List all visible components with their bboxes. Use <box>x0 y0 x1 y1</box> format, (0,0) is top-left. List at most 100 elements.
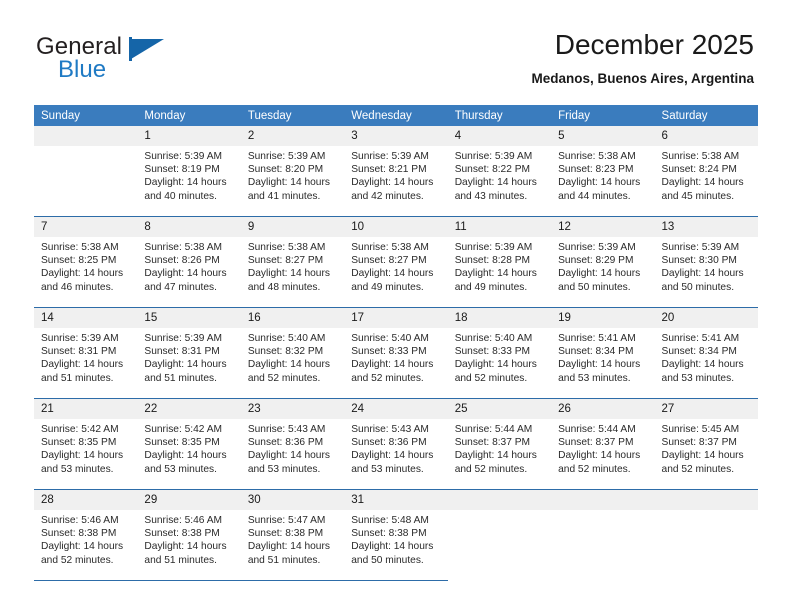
day-number: 25 <box>447 399 552 419</box>
brand-name-blue: Blue <box>58 56 107 83</box>
calendar-day-cell[interactable]: 31 Sunrise: 5:48 AM Sunset: 8:38 PM Dayligh… <box>344 489 448 581</box>
calendar-day-cell[interactable]: 2 Sunrise: 5:39 AM Sunset: 8:20 PM Daylight… <box>240 126 345 217</box>
calendar-day-cell[interactable]: 4 Sunrise: 5:39 AM Sunset: 8:22 PM Daylight… <box>447 126 552 217</box>
daylight-text: Daylight: 14 hours and 48 minutes. <box>247 268 330 293</box>
daylight-text: Daylight: 14 hours and 42 minutes. <box>351 177 434 202</box>
calendar-day-cell[interactable]: 8 Sunrise: 5:38 AM Sunset: 8:26 PM Daylight… <box>137 216 241 308</box>
calendar-day-cell[interactable]: 26 Sunrise: 5:44 AM Sunset: 8:37 PM Dayligh… <box>551 398 655 490</box>
calendar-day-cell[interactable]: 11 Sunrise: 5:39 AM Sunset: 8:28 PM Dayligh… <box>447 216 552 308</box>
daylight-text: Daylight: 14 hours and 51 minutes. <box>41 359 124 384</box>
sunset-text: Sunset: 8:36 PM <box>351 437 427 449</box>
sunrise-text: Sunrise: 5:40 AM <box>454 333 533 344</box>
daylight-text: Daylight: 14 hours and 41 minutes. <box>247 177 330 202</box>
page-header: General Blue December 2025 Medanos, Buen… <box>0 0 792 100</box>
calendar-day-cell[interactable]: 15 Sunrise: 5:39 AM Sunset: 8:31 PM Dayligh… <box>137 307 241 399</box>
calendar-day-cell[interactable]: 7 Sunrise: 5:38 AM Sunset: 8:25 PM Daylight… <box>34 216 138 308</box>
day-number: 22 <box>137 399 241 419</box>
day-number <box>654 490 758 510</box>
calendar-day-cell[interactable]: 6 Sunrise: 5:38 AM Sunset: 8:24 PM Daylight… <box>654 126 758 217</box>
calendar-day-cell[interactable]: 21 Sunrise: 5:42 AM Sunset: 8:35 PM Dayligh… <box>34 398 138 490</box>
calendar-day-cell[interactable]: 20 Sunrise: 5:41 AM Sunset: 8:34 PM Dayligh… <box>654 307 758 399</box>
calendar-day-cell[interactable]: 3 Sunrise: 5:39 AM Sunset: 8:21 PM Daylight… <box>344 126 448 217</box>
page-title: December 2025 <box>554 29 754 60</box>
sunset-text: Sunset: 8:19 PM <box>144 164 220 176</box>
day-number: 17 <box>344 308 448 328</box>
calendar-day-cell[interactable]: 5 Sunrise: 5:38 AM Sunset: 8:23 PM Daylight… <box>551 126 655 217</box>
daylight-text: Daylight: 14 hours and 52 minutes. <box>247 359 330 384</box>
calendar-day-cell[interactable]: 9 Sunrise: 5:38 AM Sunset: 8:27 PM Daylight… <box>240 216 345 308</box>
calendar-day-cell[interactable]: 18 Sunrise: 5:40 AM Sunset: 8:33 PM Dayligh… <box>447 307 552 399</box>
sunset-text: Sunset: 8:38 PM <box>41 528 117 540</box>
sunset-text: Sunset: 8:31 PM <box>144 346 220 358</box>
sunset-text: Sunset: 8:35 PM <box>144 437 220 449</box>
title-block: December 2025 Medanos, Buenos Aires, Arg… <box>531 28 754 87</box>
calendar-day-cell[interactable]: 14 Sunrise: 5:39 AM Sunset: 8:31 PM Dayligh… <box>34 307 138 399</box>
calendar-day-cell[interactable]: 12 Sunrise: 5:39 AM Sunset: 8:29 PM Dayligh… <box>551 216 655 308</box>
sunset-text: Sunset: 8:21 PM <box>351 164 427 176</box>
day-number: 1 <box>137 126 241 146</box>
day-sun-info: Sunrise: 5:38 AM Sunset: 8:26 PM Daylight:… <box>137 237 240 294</box>
daylight-text: Daylight: 14 hours and 53 minutes. <box>41 450 124 475</box>
day-number: 9 <box>240 217 345 237</box>
day-sun-info: Sunrise: 5:48 AM Sunset: 8:38 PM Daylight:… <box>344 510 447 567</box>
calendar-day-cell[interactable]: 19 Sunrise: 5:41 AM Sunset: 8:34 PM Dayligh… <box>551 307 655 399</box>
day-number: 15 <box>137 308 241 328</box>
calendar-day-cell[interactable]: 1 Sunrise: 5:39 AM Sunset: 8:19 PM Daylight… <box>137 126 241 217</box>
weekday-header-tuesday: Tuesday <box>240 105 345 126</box>
day-number: 24 <box>344 399 448 419</box>
day-number: 12 <box>551 217 655 237</box>
daylight-text: Daylight: 14 hours and 51 minutes. <box>144 541 227 566</box>
sunset-text: Sunset: 8:31 PM <box>41 346 117 358</box>
calendar-day-cell[interactable]: 24 Sunrise: 5:43 AM Sunset: 8:36 PM Dayligh… <box>344 398 448 490</box>
day-sun-info: Sunrise: 5:39 AM Sunset: 8:29 PM Daylight:… <box>551 237 654 294</box>
day-number: 18 <box>447 308 552 328</box>
sunset-text: Sunset: 8:22 PM <box>454 164 531 176</box>
daylight-text: Daylight: 14 hours and 52 minutes. <box>454 359 537 384</box>
calendar-day-cell[interactable]: 13 Sunrise: 5:39 AM Sunset: 8:30 PM Dayligh… <box>654 216 758 308</box>
sunrise-text: Sunrise: 5:43 AM <box>351 424 429 435</box>
weekday-header-monday: Monday <box>137 105 241 126</box>
day-sun-info: Sunrise: 5:44 AM Sunset: 8:37 PM Daylight:… <box>448 419 551 476</box>
calendar-day-cell[interactable]: 29 Sunrise: 5:46 AM Sunset: 8:38 PM Dayligh… <box>137 489 241 581</box>
weekday-header-sunday: Sunday <box>34 105 138 126</box>
calendar-day-cell[interactable]: 28 Sunrise: 5:46 AM Sunset: 8:38 PM Dayligh… <box>34 489 138 581</box>
sunset-text: Sunset: 8:23 PM <box>558 164 634 176</box>
sunset-text: Sunset: 8:26 PM <box>144 255 220 267</box>
day-number: 7 <box>34 217 138 237</box>
daylight-text: Daylight: 14 hours and 49 minutes. <box>454 268 537 293</box>
calendar-day-cell[interactable]: 30 Sunrise: 5:47 AM Sunset: 8:38 PM Dayligh… <box>240 489 345 581</box>
calendar-day-cell[interactable]: 17 Sunrise: 5:40 AM Sunset: 8:33 PM Dayligh… <box>344 307 448 399</box>
sunrise-text: Sunrise: 5:39 AM <box>144 333 223 344</box>
calendar-day-cell[interactable]: 27 Sunrise: 5:45 AM Sunset: 8:37 PM Dayligh… <box>654 398 758 490</box>
sunrise-text: Sunrise: 5:45 AM <box>661 424 740 435</box>
calendar-day-cell-empty <box>654 490 758 581</box>
calendar-day-cell[interactable]: 22 Sunrise: 5:42 AM Sunset: 8:35 PM Dayligh… <box>137 398 241 490</box>
calendar-day-cell[interactable]: 25 Sunrise: 5:44 AM Sunset: 8:37 PM Dayligh… <box>447 398 552 490</box>
day-sun-info: Sunrise: 5:39 AM Sunset: 8:20 PM Daylight:… <box>241 146 344 203</box>
day-sun-info: Sunrise: 5:38 AM Sunset: 8:27 PM Daylight:… <box>241 237 344 294</box>
calendar-grid: Sunday Monday Tuesday Wednesday Thursday… <box>34 105 758 581</box>
day-number: 8 <box>137 217 241 237</box>
calendar-day-cell[interactable]: 23 Sunrise: 5:43 AM Sunset: 8:36 PM Dayligh… <box>240 398 345 490</box>
triangle-logo-icon <box>131 39 164 59</box>
day-number: 2 <box>240 126 345 146</box>
calendar-day-cell[interactable]: 16 Sunrise: 5:40 AM Sunset: 8:32 PM Dayligh… <box>240 307 345 399</box>
day-sun-info: Sunrise: 5:40 AM Sunset: 8:32 PM Daylight:… <box>241 328 344 385</box>
generalblue-logo[interactable]: General Blue <box>36 33 266 89</box>
day-number <box>34 126 138 146</box>
sunrise-text: Sunrise: 5:43 AM <box>247 424 326 435</box>
day-sun-info: Sunrise: 5:43 AM Sunset: 8:36 PM Daylight:… <box>241 419 344 476</box>
calendar-page: General Blue December 2025 Medanos, Buen… <box>0 0 792 612</box>
sunrise-text: Sunrise: 5:46 AM <box>41 515 119 526</box>
sunset-text: Sunset: 8:24 PM <box>661 164 737 176</box>
sunset-text: Sunset: 8:27 PM <box>247 255 324 267</box>
sunset-text: Sunset: 8:37 PM <box>558 437 634 449</box>
calendar-day-cell[interactable]: 10 Sunrise: 5:38 AM Sunset: 8:27 PM Dayligh… <box>344 216 448 308</box>
day-sun-info: Sunrise: 5:45 AM Sunset: 8:37 PM Daylight:… <box>655 419 758 476</box>
calendar-week-row: 14 Sunrise: 5:39 AM Sunset: 8:31 PM Dayligh… <box>34 307 758 399</box>
sunrise-text: Sunrise: 5:44 AM <box>454 424 533 435</box>
sunset-text: Sunset: 8:30 PM <box>661 255 737 267</box>
day-number: 23 <box>240 399 345 419</box>
day-number: 19 <box>551 308 655 328</box>
calendar-day-cell[interactable] <box>34 126 138 217</box>
